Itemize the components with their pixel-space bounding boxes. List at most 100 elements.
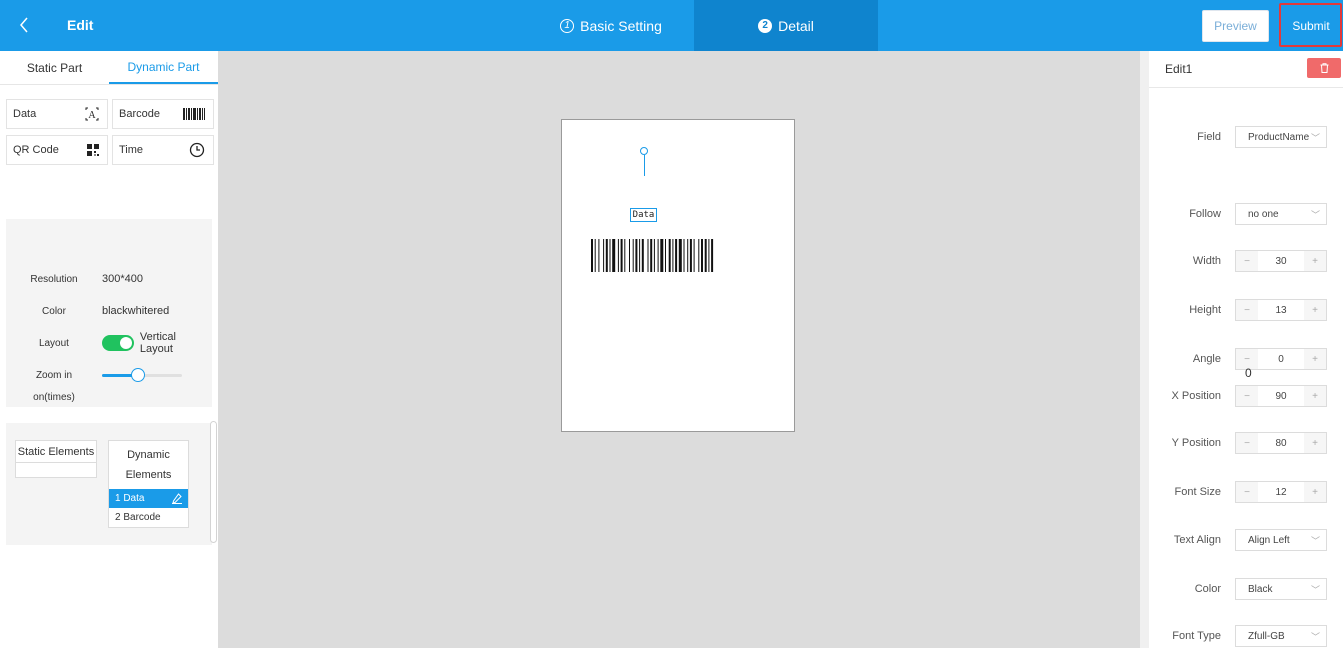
- color-row: Color Black ﹀: [1149, 577, 1343, 601]
- tab-dynamic-part[interactable]: Dynamic Part: [109, 51, 218, 84]
- barcode-bar: [711, 239, 714, 272]
- decrement-button[interactable]: −: [1236, 386, 1258, 406]
- tool-qr-code[interactable]: QR Code: [6, 135, 108, 165]
- barcode-bar: [629, 239, 630, 272]
- static-elements-empty: [16, 463, 96, 477]
- barcode-element[interactable]: [591, 239, 761, 272]
- color-select[interactable]: Black ﹀: [1235, 578, 1327, 600]
- submit-button[interactable]: Submit: [1284, 10, 1338, 42]
- stepper-value[interactable]: 30: [1258, 256, 1304, 267]
- edit-pencil-icon[interactable]: [172, 493, 182, 504]
- field-select[interactable]: ProductName ﹀: [1235, 126, 1327, 148]
- y-position-row: Y Position − 80 +: [1149, 431, 1343, 455]
- stepper-value[interactable]: 90: [1258, 391, 1304, 402]
- static-elements-list: Static Elements: [15, 440, 97, 478]
- barcode-bar: [647, 239, 649, 272]
- list-item-data[interactable]: 1 Data: [109, 489, 188, 508]
- clock-icon: [189, 142, 205, 158]
- decrement-button[interactable]: −: [1236, 300, 1258, 320]
- tab-static-part[interactable]: Static Part: [0, 51, 109, 84]
- field-row: Field ProductName ﹀: [1149, 125, 1343, 149]
- vertical-layout-toggle[interactable]: [101, 335, 134, 351]
- color-label: Color: [1194, 583, 1221, 595]
- zoom-row: Zoom in: [6, 365, 212, 385]
- barcode-bar: [687, 239, 689, 272]
- barcode-bar: [660, 239, 664, 272]
- decrement-button[interactable]: −: [1236, 251, 1258, 271]
- delete-button[interactable]: [1307, 58, 1341, 78]
- trash-icon: [1320, 63, 1328, 73]
- barcode-bar: [612, 239, 616, 272]
- barcode-bar: [672, 239, 674, 272]
- tool-label: Data: [13, 108, 37, 120]
- width-stepper[interactable]: − 30 +: [1235, 250, 1327, 272]
- barcode-bar: [641, 239, 644, 272]
- decrement-button[interactable]: −: [1236, 482, 1258, 502]
- y-position-stepper[interactable]: − 80 +: [1235, 432, 1327, 454]
- zoom-label-2: on(times): [33, 391, 75, 403]
- zoom-row-2: on(times): [6, 387, 212, 407]
- page-title: Edit: [67, 17, 94, 33]
- barcode-bar: [624, 239, 626, 272]
- barcode-bar: [591, 239, 593, 272]
- list-item-label: 2 Barcode: [115, 512, 161, 523]
- follow-select[interactable]: no one ﹀: [1235, 203, 1327, 225]
- width-row: Width − 30 +: [1149, 249, 1343, 273]
- stepper-value[interactable]: 13: [1258, 305, 1304, 316]
- x-position-stepper[interactable]: − 90 +: [1235, 385, 1327, 407]
- increment-button[interactable]: +: [1304, 349, 1326, 369]
- text-align-select[interactable]: Align Left ﹀: [1235, 529, 1327, 551]
- list-item-barcode[interactable]: 2 Barcode: [109, 508, 188, 527]
- barcode-bar: [635, 239, 638, 272]
- tool-time[interactable]: Time: [112, 135, 214, 165]
- part-tabs: Static Part Dynamic Part: [0, 51, 218, 85]
- stepper-value[interactable]: 12: [1258, 487, 1304, 498]
- label-paper: Data: [561, 119, 795, 432]
- preview-button[interactable]: Preview: [1202, 10, 1269, 42]
- width-label: Width: [1192, 255, 1221, 267]
- properties-panel: Edit1 Field ProductName ﹀ Follow no one …: [1149, 51, 1343, 648]
- qrcode-icon: [87, 144, 99, 156]
- rotate-handle[interactable]: [640, 147, 648, 155]
- stepper-value[interactable]: 0: [1258, 354, 1304, 365]
- resolution-row: Resolution 300*400: [6, 269, 212, 289]
- barcode-bar: [701, 239, 703, 272]
- height-stepper[interactable]: − 13 +: [1235, 299, 1327, 321]
- increment-button[interactable]: +: [1304, 482, 1326, 502]
- barcode-bar: [665, 239, 666, 272]
- data-element[interactable]: Data: [630, 208, 657, 222]
- elements-panel: Static Elements Dynamic Elements 1 Data …: [6, 423, 212, 545]
- back-button[interactable]: [6, 10, 42, 40]
- step-basic-setting[interactable]: 1 Basic Setting: [528, 0, 694, 51]
- layout-label: Layout: [38, 337, 69, 349]
- increment-button[interactable]: +: [1304, 386, 1326, 406]
- decrement-button[interactable]: −: [1236, 433, 1258, 453]
- zoom-knob[interactable]: [131, 368, 145, 382]
- zoom-slider[interactable]: [102, 367, 182, 383]
- chevron-down-icon: ﹀: [1310, 535, 1320, 546]
- step-label: Detail: [778, 17, 814, 34]
- font-size-label: Font Size: [1174, 486, 1221, 498]
- select-value: ProductName: [1248, 131, 1310, 143]
- barcode-bar: [675, 239, 678, 272]
- elements-scrollbar[interactable]: [210, 421, 217, 543]
- tool-data[interactable]: Data A: [6, 99, 108, 129]
- select-value: Black: [1248, 583, 1273, 595]
- y-position-label: Y Position: [1171, 437, 1221, 449]
- rotate-handle-line: [644, 155, 645, 176]
- step-number-1: 1: [560, 18, 575, 33]
- stepper-value[interactable]: 80: [1258, 438, 1304, 449]
- tool-barcode[interactable]: Barcode: [112, 99, 214, 129]
- select-value: no one: [1248, 208, 1279, 220]
- increment-button[interactable]: +: [1304, 300, 1326, 320]
- font-size-stepper[interactable]: − 12 +: [1235, 481, 1327, 503]
- height-label: Height: [1189, 304, 1221, 316]
- step-detail[interactable]: 2 Detail: [694, 0, 878, 51]
- increment-button[interactable]: +: [1304, 251, 1326, 271]
- font-type-select[interactable]: Zfull-GB ﹀: [1235, 625, 1327, 647]
- static-elements-header: Static Elements: [16, 441, 96, 463]
- left-panel: Static Part Dynamic Part Data A Barcode …: [0, 51, 218, 648]
- properties-header: Edit1: [1149, 51, 1343, 88]
- increment-button[interactable]: +: [1304, 433, 1326, 453]
- field-label: Field: [1197, 131, 1221, 143]
